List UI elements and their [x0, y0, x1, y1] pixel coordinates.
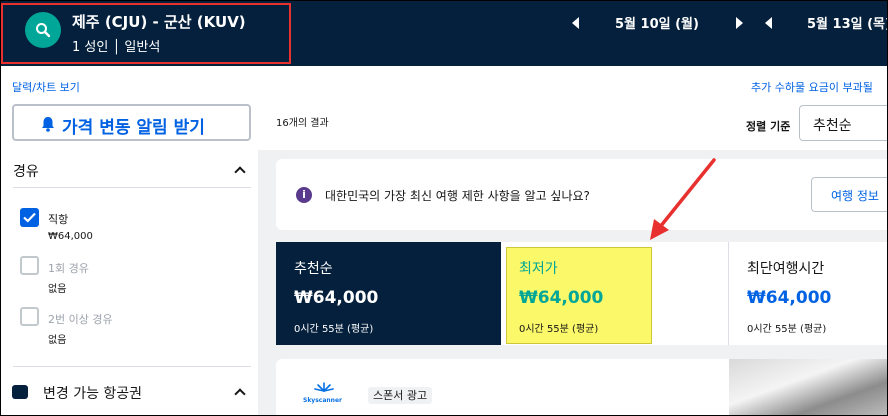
tab-label: 최단여행시간 [747, 261, 825, 277]
sunrise-icon [314, 382, 334, 392]
stop-option-price: 없음 [48, 335, 67, 346]
prev-return-date-icon[interactable] [765, 17, 772, 29]
calendar-chart-link[interactable]: 달력/차트 보기 [12, 79, 80, 95]
tab-label: 추천순 [294, 261, 333, 277]
travel-info-button-label: 여행 정보 [831, 189, 879, 203]
search-header: 제주 (CJU) - 군산 (KUV) 1 성인 │ 일반석 5월 10일 (월… [0, 0, 888, 66]
travel-restrictions-text: 대한민국의 가장 최신 여행 제한 사항을 알고 싶나요? [325, 189, 590, 203]
annotation-highlight-box [1, 3, 291, 64]
stop-option-price: ₩64,000 [48, 231, 93, 242]
flexible-ticket-filter-title[interactable]: 변경 가능 항공권 [43, 383, 142, 403]
stop-option-label: 2번 이상 경유 [48, 313, 113, 326]
ad-image[interactable] [729, 359, 888, 416]
sort-label: 정렬 기준 [746, 120, 791, 133]
checkbox-two-plus-stops[interactable] [20, 307, 39, 326]
skyscanner-logo: Skyscanner [303, 382, 345, 410]
sort-value: 추천순 [813, 118, 852, 134]
checkmark-icon [23, 212, 36, 223]
bell-icon [42, 117, 54, 132]
tab-duration: 0시간 55분 (평균) [519, 324, 599, 335]
prev-outbound-date-icon[interactable] [572, 17, 579, 29]
stop-option-price: 없음 [48, 284, 67, 295]
next-outbound-date-icon[interactable] [736, 17, 743, 29]
outbound-date[interactable]: 5월 10일 (월) [615, 13, 699, 32]
tab-duration: 0시간 55분 (평균) [747, 324, 827, 335]
return-date[interactable]: 5월 13일 (목) [807, 13, 888, 32]
tab-label: 최저가 [519, 261, 558, 277]
sponsored-badge: 스폰서 광고 [368, 387, 433, 404]
travel-info-button[interactable]: 여행 정보 [811, 177, 888, 212]
tab-fastest[interactable]: 최단여행시간 ₩64,000 0시간 55분 (평균) [729, 242, 888, 345]
tab-price: ₩64,000 [747, 288, 832, 308]
tab-best[interactable]: 추천순 ₩64,000 0시간 55분 (평균) [276, 242, 501, 345]
tab-price: ₩64,000 [519, 288, 604, 308]
tab-cheapest[interactable]: 최저가 ₩64,000 0시간 55분 (평균) [501, 242, 729, 345]
chevron-up-icon[interactable] [234, 388, 246, 400]
result-count: 16개의 결과 [276, 118, 329, 129]
baggage-fees-link[interactable]: 추가 수하물 요금이 부과될 [751, 79, 873, 95]
tab-duration: 0시간 55분 (평균) [294, 324, 374, 335]
logo-text: Skyscanner [303, 397, 342, 404]
travel-restrictions-card: i 대한민국의 가장 최신 여행 제한 사항을 알고 싶나요? 여행 정보 [276, 159, 888, 230]
stop-option-label: 직항 [48, 213, 69, 226]
sort-select[interactable]: 추천순 [799, 105, 888, 141]
price-alert-label: 가격 변동 알림 받기 [62, 118, 205, 138]
tab-price: ₩64,000 [294, 288, 379, 308]
stops-filter-title[interactable]: 경유 [13, 161, 39, 181]
divider [13, 366, 251, 367]
checkbox-direct[interactable] [20, 208, 39, 227]
chevron-up-icon[interactable] [234, 166, 246, 178]
flexible-ticket-icon [12, 385, 28, 399]
divider [13, 187, 251, 188]
price-alert-button[interactable]: 가격 변동 알림 받기 [12, 104, 251, 141]
info-icon: i [296, 187, 312, 203]
stop-option-label: 1회 경유 [48, 262, 89, 275]
checkbox-one-stop[interactable] [20, 256, 39, 275]
